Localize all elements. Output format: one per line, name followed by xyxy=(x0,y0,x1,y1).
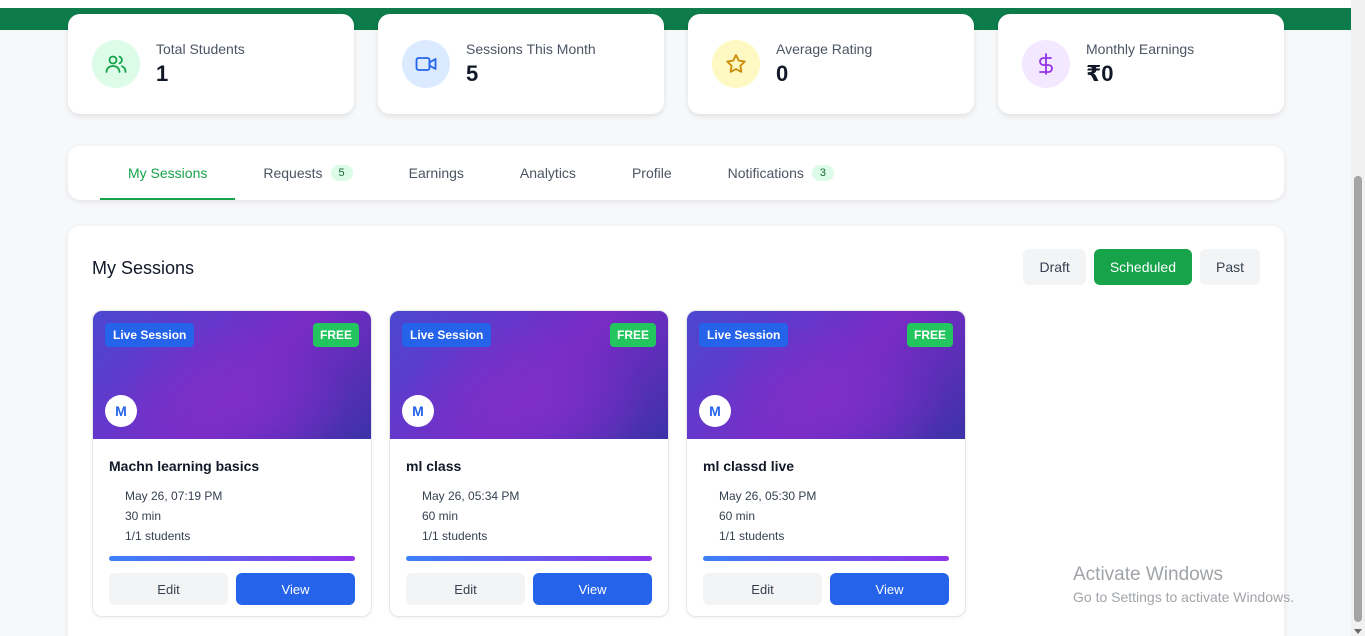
filter-draft-button[interactable]: Draft xyxy=(1023,249,1086,285)
filter-past-button[interactable]: Past xyxy=(1199,249,1260,285)
view-button[interactable]: View xyxy=(533,573,652,605)
tab-earnings[interactable]: Earnings xyxy=(381,146,492,200)
tab-analytics[interactable]: Analytics xyxy=(492,146,604,200)
tab-my-sessions[interactable]: My Sessions xyxy=(100,146,236,200)
session-card: Live Session FREE M ml class May 26, 05:… xyxy=(389,310,669,617)
session-duration: 30 min xyxy=(125,509,162,523)
session-students: 1/1 students xyxy=(422,529,488,543)
header-strip xyxy=(0,0,1351,8)
enrollment-progress xyxy=(109,556,355,561)
price-badge: FREE xyxy=(609,323,656,347)
view-button[interactable]: View xyxy=(236,573,355,605)
avatar: M xyxy=(402,395,434,427)
session-date: May 26, 05:34 PM xyxy=(422,489,520,503)
session-banner: Live Session FREE M xyxy=(687,311,965,439)
progress-fill xyxy=(109,556,355,561)
stat-card-monthly-earnings: Monthly Earnings ₹0 xyxy=(998,14,1284,114)
watermark-subtitle: Go to Settings to activate Windows. xyxy=(1073,589,1294,605)
session-type-badge: Live Session xyxy=(699,323,789,347)
count-badge: 5 xyxy=(330,165,353,181)
stat-value: 1 xyxy=(156,61,169,86)
tab-label: Requests xyxy=(263,165,323,181)
session-card: Live Session FREE M ml classd live May 2… xyxy=(686,310,966,617)
session-filters: Draft Scheduled Past xyxy=(1023,249,1260,285)
session-title: Machn learning basics xyxy=(109,458,260,474)
edit-button[interactable]: Edit xyxy=(109,573,228,605)
stat-label: Average Rating xyxy=(776,41,873,57)
avatar: M xyxy=(699,395,731,427)
edit-button[interactable]: Edit xyxy=(703,573,822,605)
price-badge: FREE xyxy=(312,323,359,347)
stat-card-sessions-month: Sessions This Month 5 xyxy=(378,14,664,114)
tab-requests[interactable]: Requests 5 xyxy=(235,146,380,200)
session-banner: Live Session FREE M xyxy=(390,311,668,439)
enrollment-progress xyxy=(703,556,949,561)
users-icon xyxy=(92,40,140,88)
video-icon xyxy=(402,40,450,88)
enrollment-progress xyxy=(406,556,652,561)
tab-bar: My Sessions Requests 5 Earnings Analytic… xyxy=(68,146,1284,200)
session-type-badge: Live Session xyxy=(105,323,195,347)
price-badge: FREE xyxy=(906,323,953,347)
count-badge: 3 xyxy=(811,165,835,181)
progress-fill xyxy=(703,556,949,561)
page-scrollbar[interactable] xyxy=(1351,0,1365,636)
stat-label: Sessions This Month xyxy=(466,41,596,57)
session-duration: 60 min xyxy=(422,509,459,523)
session-students: 1/1 students xyxy=(125,529,191,543)
session-banner: Live Session FREE M xyxy=(93,311,371,439)
stat-value: 0 xyxy=(776,61,789,86)
stat-label: Monthly Earnings xyxy=(1086,41,1195,57)
session-title: ml classd live xyxy=(703,458,795,474)
tab-label: Profile xyxy=(631,165,672,181)
tab-label: Notifications xyxy=(727,165,804,181)
watermark-title: Activate Windows xyxy=(1073,564,1223,585)
stat-label: Total Students xyxy=(156,41,245,57)
panel-title: My Sessions xyxy=(92,258,195,278)
tab-label: My Sessions xyxy=(128,165,208,181)
scroll-down-icon[interactable] xyxy=(1354,629,1362,634)
stat-card-total-students: Total Students 1 xyxy=(68,14,354,114)
star-icon xyxy=(712,40,760,88)
view-button[interactable]: View xyxy=(830,573,949,605)
avatar: M xyxy=(105,395,137,427)
session-cards: Live Session FREE M Machn learning basic… xyxy=(92,310,966,617)
tab-profile[interactable]: Profile xyxy=(604,146,700,200)
stat-value: 5 xyxy=(466,61,479,86)
session-students: 1/1 students xyxy=(719,529,785,543)
filter-scheduled-button[interactable]: Scheduled xyxy=(1093,249,1192,285)
edit-button[interactable]: Edit xyxy=(406,573,525,605)
progress-fill xyxy=(406,556,652,561)
tab-label: Analytics xyxy=(519,165,576,181)
stats-row: Total Students 1 Sessions This Month 5 A… xyxy=(68,14,1284,114)
session-title: ml class xyxy=(406,458,462,474)
session-duration: 60 min xyxy=(719,509,756,523)
stat-value: ₹0 xyxy=(1086,61,1114,86)
session-type-badge: Live Session xyxy=(402,323,492,347)
session-date: May 26, 07:19 PM xyxy=(125,489,223,503)
tab-notifications[interactable]: Notifications 3 xyxy=(700,146,862,200)
dollar-icon xyxy=(1022,40,1070,88)
tab-label: Earnings xyxy=(408,165,464,181)
session-card: Live Session FREE M Machn learning basic… xyxy=(92,310,372,617)
scrollbar-thumb[interactable] xyxy=(1354,176,1362,622)
windows-activation-watermark: Activate Windows Go to Settings to activ… xyxy=(1073,564,1294,605)
session-date: May 26, 05:30 PM xyxy=(719,489,817,503)
stat-card-average-rating: Average Rating 0 xyxy=(688,14,974,114)
